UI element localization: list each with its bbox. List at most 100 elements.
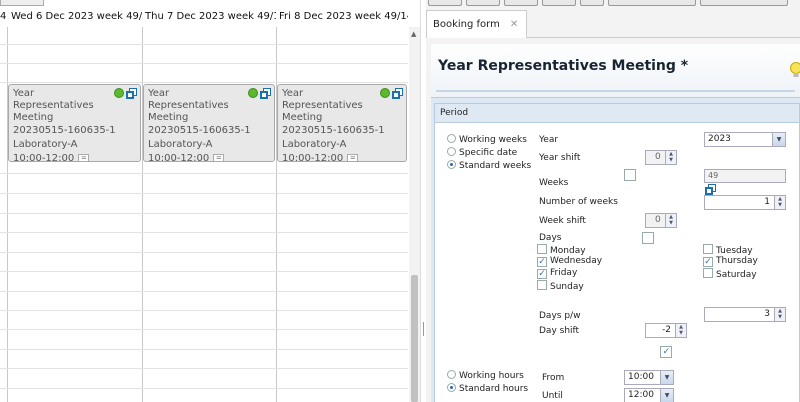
day-checkbox-sunday[interactable]: Sunday bbox=[537, 280, 584, 292]
linked-weeks-icon[interactable] bbox=[705, 184, 716, 195]
radio-standard-hours[interactable]: Standard hours bbox=[447, 383, 528, 394]
calendar-toolbar-button[interactable] bbox=[0, 0, 44, 6]
day-shift-stepper[interactable]: -2 ▲ ▼ bbox=[645, 323, 687, 338]
weeks-field[interactable]: 49 bbox=[704, 169, 786, 183]
day-checkbox-wednesday[interactable]: ✓ Wednesday bbox=[537, 256, 602, 267]
day-label: Wednesday bbox=[550, 256, 603, 266]
toolbar-button[interactable] bbox=[580, 0, 604, 6]
tab-bar: Booking form ✕ bbox=[426, 10, 800, 38]
day-checkbox-tuesday[interactable]: Tuesday bbox=[703, 244, 753, 256]
checkbox[interactable]: ✓ bbox=[537, 269, 547, 279]
event-time-text: 10:00-12:00 bbox=[148, 153, 210, 162]
checkbox[interactable]: ✓ bbox=[537, 257, 547, 267]
day-header-wed[interactable]: Wed 6 Dec 2023 week 49/14 bbox=[11, 7, 142, 27]
year-shift-stepper[interactable]: 0 ▲ ▼ bbox=[645, 150, 677, 165]
scrollbar-thumb[interactable] bbox=[411, 275, 418, 402]
grid-line bbox=[0, 252, 408, 253]
day-label: Saturday bbox=[716, 270, 757, 280]
status-ok-icon bbox=[380, 88, 390, 98]
tab-booking-form[interactable]: Booking form ✕ bbox=[426, 10, 528, 38]
linked-booking-icon[interactable] bbox=[260, 88, 271, 99]
radio-button[interactable] bbox=[447, 147, 456, 156]
toolbar-button[interactable] bbox=[466, 0, 500, 6]
year-shift-checkbox[interactable] bbox=[624, 169, 636, 181]
scroll-up-icon[interactable]: ▲ bbox=[411, 30, 416, 38]
radio-label: Standard hours bbox=[459, 384, 529, 394]
linked-booking-icon[interactable] bbox=[126, 88, 137, 99]
grid-line bbox=[0, 349, 408, 350]
from-time-select[interactable]: 10:00 ▼ bbox=[624, 370, 674, 385]
stepper-arrows-icon[interactable]: ▲ ▼ bbox=[665, 151, 676, 164]
toolbar-button[interactable] bbox=[542, 0, 576, 6]
year-value: 2023 bbox=[708, 134, 731, 144]
grid-line bbox=[0, 63, 408, 64]
week-shift-checkbox[interactable] bbox=[642, 232, 655, 244]
stepper-arrows-icon[interactable]: ▲ ▼ bbox=[665, 214, 676, 227]
radio-working-weeks[interactable]: Working weeks bbox=[447, 134, 527, 145]
day-header-fri[interactable]: Fri 8 Dec 2023 week 49/14 bbox=[279, 7, 408, 27]
week-shift-stepper[interactable]: 0 ▲ ▼ bbox=[645, 213, 677, 228]
grid-line bbox=[0, 329, 408, 330]
event-room: Laboratory-A bbox=[282, 139, 347, 150]
calendar-event[interactable]: Year Representatives Meeting 20230515-16… bbox=[143, 84, 275, 162]
stepper-arrows-icon[interactable]: ▲ ▼ bbox=[774, 196, 785, 209]
radio-standard-weeks[interactable]: Standard weeks bbox=[447, 160, 531, 171]
form-title: Year Representatives Meeting * bbox=[438, 58, 689, 74]
radio-button[interactable] bbox=[447, 370, 456, 379]
toolbar-button[interactable] bbox=[428, 0, 462, 6]
checkbox[interactable] bbox=[537, 280, 547, 290]
toolbar-button[interactable] bbox=[608, 0, 696, 6]
year-select[interactable]: 2023 ▼ bbox=[704, 132, 786, 147]
days-per-week-label: Days p/w bbox=[539, 311, 581, 321]
until-time-select[interactable]: 12:00 ▼ bbox=[624, 388, 674, 402]
toolbar-button[interactable] bbox=[700, 0, 788, 6]
stepper-arrows-icon[interactable]: ▲ ▼ bbox=[774, 308, 785, 321]
radio-button[interactable] bbox=[447, 134, 456, 143]
day-shift-checkbox[interactable]: ✓ bbox=[660, 346, 673, 358]
grid-line bbox=[0, 44, 408, 45]
lightbulb-icon[interactable] bbox=[790, 62, 800, 78]
radio-specific-date[interactable]: Specific date bbox=[447, 147, 517, 158]
close-icon[interactable]: ✕ bbox=[510, 19, 518, 30]
event-id: 20230515-160635-1 bbox=[13, 125, 116, 136]
grid-line bbox=[0, 232, 408, 233]
week-shift-label: Week shift bbox=[539, 216, 586, 226]
days-per-week-value: 3 bbox=[764, 309, 770, 319]
stepper-arrows-icon[interactable]: ▲ ▼ bbox=[675, 324, 686, 337]
calendar-scrollbar[interactable]: ▲ bbox=[409, 27, 420, 402]
day-label: Monday bbox=[550, 246, 586, 256]
event-time-text: 10:00-12:00 bbox=[282, 153, 344, 162]
chevron-down-icon[interactable]: ▼ bbox=[660, 389, 673, 402]
checkbox[interactable]: ✓ bbox=[703, 257, 713, 267]
event-title: Year Representatives Meeting bbox=[282, 88, 363, 123]
day-column-divider bbox=[142, 27, 143, 402]
radio-button[interactable] bbox=[447, 383, 456, 392]
more-details-button[interactable]: = bbox=[213, 153, 225, 161]
more-details-button[interactable]: = bbox=[347, 153, 359, 161]
day-shift-value: -2 bbox=[662, 325, 671, 335]
calendar-event[interactable]: Year Representatives Meeting 20230515-16… bbox=[8, 84, 141, 162]
radio-button[interactable] bbox=[447, 160, 456, 169]
toolbar-button[interactable] bbox=[504, 0, 538, 6]
calendar-event[interactable]: Year Representatives Meeting 20230515-16… bbox=[277, 84, 407, 162]
chevron-down-icon[interactable]: ▼ bbox=[772, 133, 785, 146]
day-header-thu[interactable]: Thu 7 Dec 2023 week 49/14 bbox=[145, 7, 276, 27]
day-checkbox-monday[interactable]: Monday bbox=[537, 244, 586, 256]
checkbox[interactable] bbox=[703, 268, 713, 278]
more-details-button[interactable]: = bbox=[78, 153, 90, 161]
day-checkbox-friday[interactable]: ✓ Friday bbox=[537, 268, 577, 279]
radio-working-hours[interactable]: Working hours bbox=[447, 370, 524, 381]
title-divider bbox=[436, 90, 795, 92]
linked-booking-icon[interactable] bbox=[392, 88, 403, 99]
day-shift-label: Day shift bbox=[539, 326, 580, 336]
days-per-week-stepper[interactable]: 3 ▲ ▼ bbox=[704, 307, 786, 322]
day-checkbox-thursday[interactable]: ✓ Thursday bbox=[703, 256, 758, 267]
radio-label: Specific date bbox=[459, 148, 518, 158]
checkbox[interactable] bbox=[703, 244, 713, 254]
checkbox[interactable] bbox=[537, 244, 547, 254]
day-label: Thursday bbox=[716, 256, 758, 266]
event-time: 10:00-12:00 = bbox=[148, 152, 272, 162]
day-checkbox-saturday[interactable]: Saturday bbox=[703, 268, 757, 280]
number-of-weeks-stepper[interactable]: 1 ▲ ▼ bbox=[704, 195, 786, 210]
chevron-down-icon[interactable]: ▼ bbox=[660, 371, 673, 384]
